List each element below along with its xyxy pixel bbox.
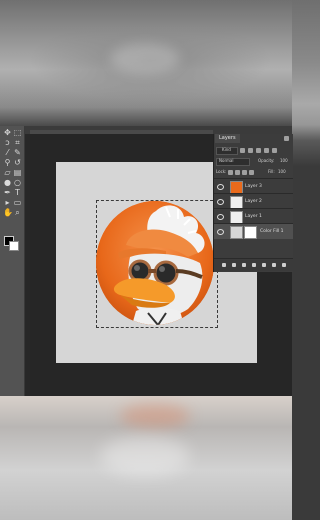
layers-panel: Layers Kind Normal Opacity: 100 Lock: Fi… — [213, 134, 293, 272]
blur-icon[interactable]: ● — [3, 178, 12, 187]
lock-pixels-icon[interactable] — [235, 170, 240, 175]
fill-value[interactable]: 100 — [278, 168, 286, 176]
layer-name[interactable]: Layer 1 — [245, 213, 262, 220]
new-group-icon[interactable] — [262, 263, 266, 267]
dodge-icon[interactable]: ○ — [13, 178, 22, 187]
layers-panel-footer — [214, 258, 293, 271]
eraser-icon[interactable]: ▱ — [3, 168, 12, 177]
eye-icon[interactable] — [217, 214, 224, 220]
pen-icon[interactable]: ✒ — [3, 188, 12, 197]
filter-adjustment-icon[interactable] — [248, 148, 253, 153]
history-brush-icon[interactable]: ↺ — [13, 158, 22, 167]
stamp-icon[interactable]: ⚲ — [3, 158, 12, 167]
lock-all-icon[interactable] — [249, 170, 254, 175]
crop-icon[interactable]: ⌗ — [13, 138, 22, 147]
blend-row: Normal Opacity: 100 — [216, 157, 291, 166]
layer-name[interactable]: Color Fill 1 — [260, 228, 283, 235]
fill-label: Fill: — [268, 169, 275, 174]
move-icon[interactable]: ✥ — [3, 128, 12, 137]
type-icon[interactable]: T — [13, 188, 22, 197]
filter-pixel-icon[interactable] — [240, 148, 245, 153]
background-color-swatch[interactable] — [9, 241, 19, 251]
zoom-icon[interactable]: ⌕ — [13, 208, 22, 217]
panel-menu-icon[interactable] — [284, 136, 289, 141]
gradient-icon[interactable]: ▤ — [13, 168, 22, 177]
hand-icon[interactable]: ✋ — [3, 208, 13, 217]
layer-style-icon[interactable] — [232, 263, 236, 267]
eye-icon[interactable] — [217, 229, 224, 235]
layer-mask-thumbnail[interactable] — [244, 226, 257, 239]
layer-name[interactable]: Layer 2 — [245, 198, 262, 205]
eye-icon[interactable] — [217, 199, 224, 205]
lock-transparent-icon[interactable] — [228, 170, 233, 175]
layer-name[interactable]: Layer 3 — [245, 183, 262, 190]
lasso-icon[interactable]: ↄ — [3, 138, 12, 147]
add-mask-icon[interactable] — [242, 263, 246, 267]
layer-row[interactable]: Layer 1 — [214, 208, 293, 224]
layer-thumbnail — [230, 226, 243, 239]
blurred-background-top — [0, 0, 292, 126]
new-layer-icon[interactable] — [272, 263, 276, 267]
opacity-label: Opacity: — [258, 158, 275, 163]
lock-position-icon[interactable] — [242, 170, 247, 175]
shape-icon[interactable]: ▭ — [13, 198, 22, 207]
tools-panel: ✥ ⬚ ↄ ⌗ ⁄ ✎ ⚲ ↺ ▱ ▤ ● ○ ✒ T ▸ ▭ ✋ ⌕ — [0, 126, 25, 396]
filter-shape-icon[interactable] — [264, 148, 269, 153]
layer-row[interactable]: Layer 2 — [214, 193, 293, 209]
lock-label: Lock: — [216, 169, 227, 174]
opacity-value[interactable]: 100 — [280, 157, 288, 165]
filter-kind-label: Kind — [222, 147, 231, 152]
layer-row[interactable]: Layer 3 — [214, 178, 293, 194]
marquee-icon[interactable]: ⬚ — [13, 128, 22, 137]
eye-icon[interactable] — [217, 184, 224, 190]
trash-icon[interactable] — [282, 263, 286, 267]
duck-artwork — [96, 201, 214, 325]
filter-type-icon[interactable] — [256, 148, 261, 153]
filter-smart-object-icon[interactable] — [272, 148, 277, 153]
lock-row: Lock: Fill: 100 — [216, 168, 291, 176]
adjustment-layer-icon[interactable] — [252, 263, 256, 267]
blend-mode-value: Normal — [219, 158, 234, 163]
brush-icon[interactable]: ✎ — [13, 148, 22, 157]
filter-row: Kind — [216, 146, 291, 155]
path-select-icon[interactable]: ▸ — [3, 198, 12, 207]
blurred-background-bottom — [0, 396, 292, 520]
eyedropper-icon[interactable]: ⁄ — [3, 148, 12, 157]
layer-row-selected[interactable]: Color Fill 1 — [214, 223, 293, 239]
duck-illustration — [96, 201, 214, 325]
layers-tab[interactable]: Layers — [215, 134, 240, 143]
link-layers-icon[interactable] — [222, 263, 226, 267]
